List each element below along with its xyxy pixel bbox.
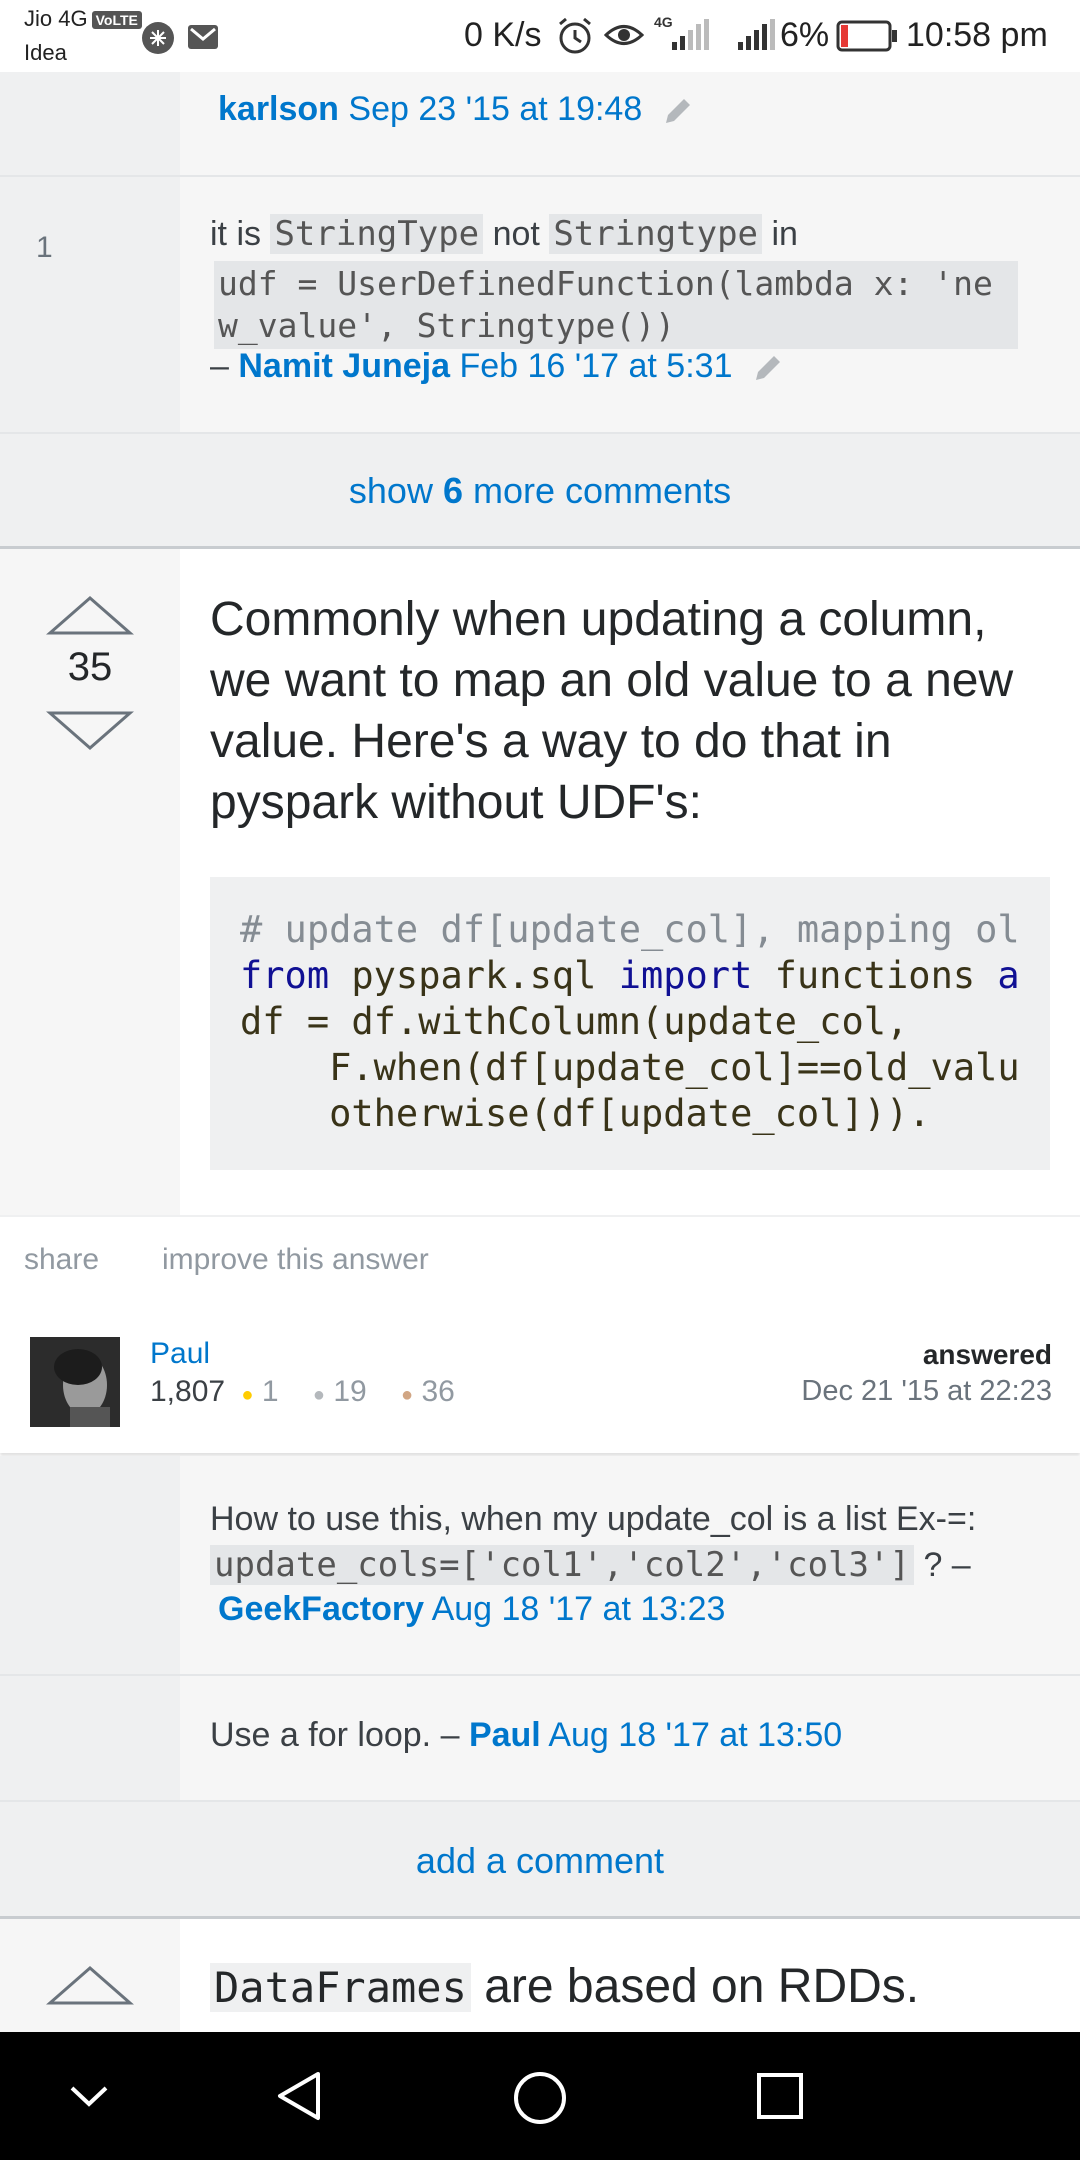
- signal-strength-icon: [672, 19, 709, 50]
- inline-code: StringType: [270, 214, 484, 254]
- code-line: from pyspark.sql import functions a: [240, 954, 1020, 997]
- user-card: Paul 1,807 ● 1 ● 19 ● 36 answered Dec 21…: [0, 1305, 1080, 1453]
- carrier-secondary: Idea: [24, 40, 67, 65]
- volte-badge: VoLTE: [91, 11, 142, 30]
- comment-author[interactable]: Paul: [469, 1716, 541, 1754]
- show-more-comments-link[interactable]: show 6 more comments: [0, 470, 1080, 512]
- signal-strength-icon-2: [738, 19, 775, 50]
- navigation-bar: [0, 2032, 1080, 2160]
- comment-date[interactable]: Feb 16 '17 at 5:31: [459, 347, 732, 385]
- code-line: # update df[update_col], mapping ol: [240, 908, 1020, 951]
- comment-namit: 1 it is StringType not Stringtype in udf…: [0, 177, 1080, 432]
- upvote-arrow-icon[interactable]: [40, 1963, 140, 2013]
- vote-count: 35: [67, 645, 113, 689]
- home-icon[interactable]: [512, 2070, 568, 2126]
- carrier-primary: Jio 4G VoLTE: [24, 6, 142, 32]
- comment-author[interactable]: karlson: [218, 90, 339, 128]
- app-notification-icon: [142, 22, 174, 54]
- comment-author[interactable]: Namit Juneja: [238, 347, 450, 385]
- user-avatar-image: [30, 1337, 120, 1427]
- chevron-down-icon[interactable]: [66, 2078, 112, 2114]
- user-name[interactable]: Paul: [150, 1337, 210, 1371]
- inline-code: update_cols=['col1','col2','col3']: [210, 1545, 914, 1585]
- battery-percent: 6%: [780, 16, 830, 54]
- avatar[interactable]: [30, 1337, 120, 1427]
- answered-date: Dec 21 '15 at 22:23: [801, 1375, 1052, 1407]
- add-comment-bar: add a comment: [0, 1802, 1080, 1916]
- comment-paul: Use a for loop. – Paul Aug 18 '17 at 13:…: [0, 1676, 1080, 1800]
- code-line: df = df.withColumn(update_col,: [240, 1000, 909, 1043]
- gold-badge-icon: ●: [241, 1384, 254, 1406]
- comment-date[interactable]: Sep 23 '15 at 19:48: [348, 90, 642, 128]
- back-icon[interactable]: [274, 2070, 324, 2122]
- mail-icon: [188, 25, 218, 49]
- bronze-badge-icon: ●: [401, 1384, 414, 1406]
- alarm-icon: [559, 17, 591, 54]
- clock: 10:58 pm: [906, 16, 1048, 54]
- code-block: # update df[update_col], mapping ol from…: [210, 877, 1050, 1170]
- comment-date[interactable]: Aug 18 '17 at 13:23: [432, 1590, 726, 1628]
- inline-code: DataFrames: [210, 1963, 471, 2012]
- reputation: 1,807: [150, 1375, 226, 1408]
- recents-icon[interactable]: [756, 2072, 804, 2120]
- code-line: F.when(df[update_col]==old_valu: [240, 1046, 1020, 1089]
- silver-badge-icon: ●: [312, 1384, 325, 1406]
- comment-geekfactory: How to use this, when my update_col is a…: [0, 1456, 1080, 1674]
- comment-date[interactable]: Aug 18 '17 at 13:50: [548, 1716, 842, 1754]
- improve-answer-link[interactable]: improve this answer: [162, 1243, 429, 1277]
- answer-text: Commonly when updating a column, we want…: [210, 593, 1014, 829]
- network-speed: 0 K/s: [464, 16, 542, 54]
- post-menu: share improve this answer: [0, 1215, 1080, 1307]
- edit-pencil-icon[interactable]: [752, 352, 784, 384]
- page-content: spark.apache.org/docs/latest/api/python/…: [0, 0, 1080, 2032]
- add-comment-link[interactable]: add a comment: [0, 1840, 1080, 1882]
- comment-author[interactable]: GeekFactory: [218, 1590, 424, 1628]
- inline-code-block: udf = UserDefinedFunction(lambda x: 'ne …: [214, 261, 1018, 349]
- user-reputation-row: 1,807 ● 1 ● 19 ● 36: [150, 1375, 455, 1408]
- inline-code: Stringtype: [549, 214, 763, 254]
- code-line: otherwise(df[update_col])).: [240, 1092, 931, 1135]
- upvote-arrow-icon[interactable]: [40, 593, 140, 643]
- show-more-comments-bar: show 6 more comments: [0, 434, 1080, 546]
- battery-icon: [836, 20, 897, 52]
- share-link[interactable]: share: [24, 1243, 99, 1277]
- next-answer-post: DataFrames are based on RDDs.: [0, 1919, 1080, 2032]
- comment-score: 1: [36, 231, 53, 264]
- downvote-arrow-icon[interactable]: [40, 703, 140, 753]
- edit-pencil-icon[interactable]: [662, 95, 694, 127]
- eye-comfort-icon: [604, 25, 644, 45]
- answered-label: answered: [922, 1339, 1052, 1370]
- status-bar: Jio 4G VoLTE Idea 0 K/s 4G 6% 10:58 pm: [0, 0, 1080, 72]
- next-answer-text: DataFrames are based on RDDs.: [210, 1959, 919, 2014]
